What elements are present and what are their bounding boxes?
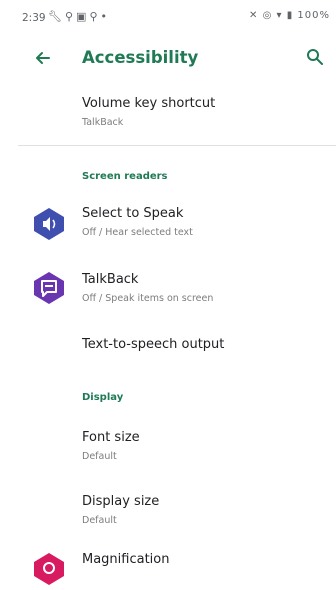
select-to-speak-row[interactable]: Select to Speak Off / Hear selected text: [0, 196, 336, 254]
app-bar: Accessibility: [0, 36, 336, 80]
display-size-subtitle: Default: [82, 515, 117, 526]
magnification-icon: [32, 552, 66, 586]
magnification-row[interactable]: Magnification: [0, 546, 336, 585]
location-icon: ⚲: [64, 10, 77, 23]
display-size-row[interactable]: Display size Default: [0, 486, 336, 536]
data-saver-icon: ◎: [262, 10, 273, 21]
mute-icon: ✕: [248, 10, 259, 21]
section-header-display: Display: [82, 392, 124, 403]
section-header-screen-readers: Screen readers: [82, 171, 168, 182]
select-to-speak-subtitle: Off / Hear selected text: [82, 227, 193, 238]
talkback-subtitle: Off / Speak items on screen: [82, 293, 214, 304]
font-size-title: Font size: [82, 430, 140, 445]
battery-percent: 100%: [297, 10, 330, 21]
status-notification-icons: 🔧︎⚲▣⚲•: [48, 10, 110, 23]
status-bar: 2:39 🔧︎⚲▣⚲• ✕ ◎ ▾ ▮ 100%: [0, 0, 336, 34]
battery-icon: ▮: [286, 10, 294, 21]
talkback-title: TalkBack: [82, 272, 139, 287]
dot-icon: •: [100, 10, 110, 23]
back-button[interactable]: [30, 44, 58, 72]
search-button[interactable]: [300, 42, 330, 72]
talkback-icon: [32, 271, 66, 305]
text-to-speech-output-row[interactable]: Text-to-speech output: [0, 328, 336, 368]
arrow-back-icon: [36, 52, 50, 64]
select-to-speak-title: Select to Speak: [82, 206, 184, 221]
page-title: Accessibility: [82, 48, 199, 67]
magnification-title: Magnification: [82, 552, 170, 567]
gallery-icon: ▣: [76, 10, 90, 23]
status-time: 2:39: [22, 12, 46, 24]
select-to-speak-icon: [32, 207, 66, 241]
divider: [18, 145, 336, 146]
status-system-icons: ✕ ◎ ▾ ▮ 100%: [249, 10, 330, 21]
talkback-row[interactable]: TalkBack Off / Speak items on screen: [0, 262, 336, 320]
search-icon: [307, 49, 323, 65]
volume-key-shortcut-title: Volume key shortcut: [82, 96, 216, 111]
volume-key-shortcut-subtitle: TalkBack: [82, 117, 124, 128]
wrench-icon: 🔧︎: [48, 10, 65, 23]
font-size-subtitle: Default: [82, 451, 117, 462]
text-to-speech-output-title: Text-to-speech output: [82, 337, 225, 352]
wifi-icon: ▾: [276, 10, 283, 21]
volume-key-shortcut-row[interactable]: Volume key shortcut TalkBack: [0, 88, 336, 140]
location-icon: ⚲: [89, 10, 101, 23]
display-size-title: Display size: [82, 494, 160, 509]
font-size-row[interactable]: Font size Default: [0, 422, 336, 472]
